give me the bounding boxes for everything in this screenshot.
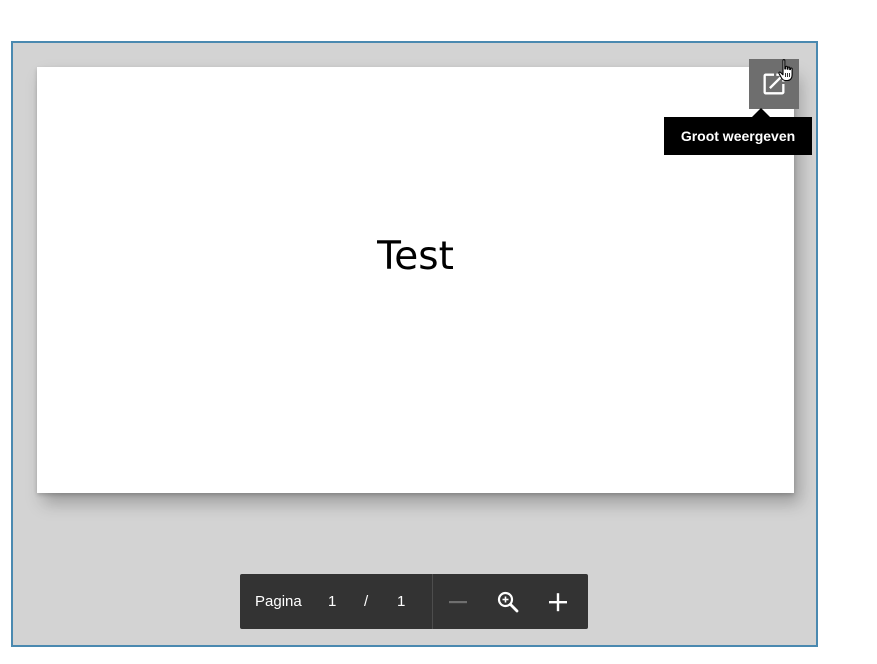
plus-icon — [549, 592, 567, 611]
page-indicator: Pagina 1 / 1 — [240, 574, 432, 629]
page-content-text: Test — [377, 234, 454, 279]
zoom-button[interactable] — [483, 574, 533, 629]
minus-icon — [449, 600, 467, 603]
open-large-button[interactable] — [749, 59, 799, 109]
open-large-tooltip: Groot weergeven — [664, 117, 812, 155]
tooltip-arrow — [752, 108, 770, 117]
magnifier-icon — [497, 591, 519, 612]
zoom-out-button[interactable] — [433, 574, 483, 629]
page-label: Pagina — [255, 593, 302, 610]
open-in-new-icon — [763, 73, 785, 95]
page-separator: / — [364, 593, 369, 610]
zoom-in-button[interactable] — [533, 574, 583, 629]
total-pages: 1 — [397, 593, 406, 610]
current-page-number[interactable]: 1 — [328, 574, 336, 629]
viewer-toolbar: Pagina 1 / 1 — [240, 574, 588, 629]
